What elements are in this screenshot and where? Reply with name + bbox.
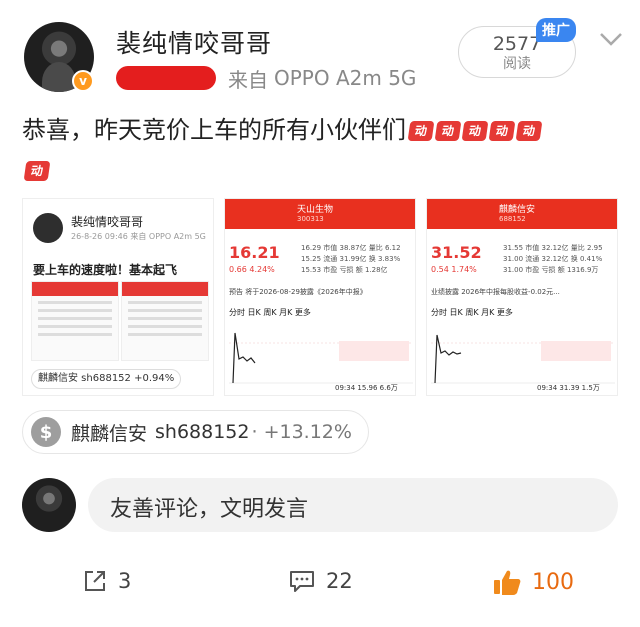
stock-tabs: 分时 日K 周K 月K 更多 [431, 308, 513, 317]
stock-app-header: 麒麟信安 688152 [427, 199, 617, 229]
emoji-icon: 动 [488, 121, 516, 141]
redacted-timestamp [116, 66, 216, 90]
stock-chip-code: sh688152 [155, 421, 250, 443]
stock-notice: 业绩披露 2026年中报每股收益-0.02元... [431, 288, 560, 296]
stock-stat-row: 15.25 流通 31.99亿 换 3.83% [301, 255, 401, 263]
thumb-caption: 要上车的速度啦！基本起飞 [33, 263, 178, 277]
comment-icon [290, 571, 314, 592]
emoji-icon: 动 [515, 121, 543, 141]
username[interactable]: 裴纯情咬哥哥 [116, 24, 272, 60]
stock-price: 31.52 [431, 243, 482, 262]
chevron-down-icon[interactable] [598, 30, 624, 48]
emoji-icon: 动 [23, 161, 51, 181]
thumb-stock-chip: 麒麟信安 sh688152 +0.94% [31, 369, 182, 389]
image-thumbnail-stock[interactable]: 天山生物 300313 16.21 0.66 4.24% 16.29 市值 38… [224, 198, 416, 396]
stock-stat-row: 15.53 市盈 亏损 额 1.28亿 [301, 266, 388, 274]
stock-chip-name: 麒麟信安 [71, 422, 148, 445]
post-text-content: 恭喜，昨天竞价上车的所有小伙伴们 [22, 116, 406, 144]
thumb-username: 裴纯情咬哥哥 [71, 215, 144, 229]
comment-input[interactable]: 友善评论，文明发言 [88, 478, 618, 532]
stock-link-chip[interactable]: $ 麒麟信安 sh688152 · +13.12% [22, 410, 369, 454]
stock-change: 0.66 4.24% [229, 265, 275, 274]
image-thumbnail-stock[interactable]: 麒麟信安 688152 31.52 0.54 1.74% 31.55 市值 32… [426, 198, 618, 396]
stock-name: 麒麟信安 [499, 205, 536, 215]
share-icon [85, 571, 105, 591]
image-thumbnail-post[interactable]: 裴纯情咬哥哥 26-8-26 09:46 来自 OPPO A2m 5G 要上车的… [22, 198, 214, 396]
stock-stats: 16.29 市值 38.87亿 量比 6.12 15.25 流通 31.99亿 … [301, 243, 401, 276]
stock-footer: 09:34 31.39 1.5万 [537, 384, 600, 392]
stock-stat-row: 31.00 流通 32.12亿 换 0.41% [503, 255, 603, 263]
source-prefix: 来自 [228, 67, 268, 92]
like-button[interactable]: 100 [492, 568, 574, 596]
verified-badge-icon: v [72, 70, 94, 92]
promo-badge: 推广 [536, 18, 576, 42]
stock-tabs: 分时 日K 周K 月K 更多 [229, 308, 311, 317]
emoji-icon: 动 [407, 121, 435, 141]
stock-name: 天山生物 [297, 205, 334, 215]
comment-placeholder: 友善评论，文明发言 [110, 497, 309, 522]
dollar-icon: $ [31, 417, 61, 447]
thumb-mini-screenshot [31, 281, 119, 361]
read-label: 阅读 [503, 56, 531, 72]
post-header: v 裴纯情咬哥哥 来自 OPPO A2m 5G 2577 阅读 推广 [0, 0, 640, 110]
thumbs-up-icon [494, 570, 521, 595]
stock-chip-change: · +13.12% [251, 421, 352, 443]
post-text: 恭喜，昨天竞价上车的所有小伙伴们动动动动动动 [22, 110, 622, 190]
stock-change: 0.54 1.74% [431, 265, 477, 274]
like-count: 100 [532, 569, 574, 595]
comment-button[interactable]: 22 [288, 568, 353, 594]
stock-footer: 09:34 15.96 6.6万 [335, 384, 398, 392]
stock-stat-row: 31.55 市值 32.12亿 量比 2.95 [503, 244, 603, 252]
post-meta: 来自 OPPO A2m 5G [116, 64, 416, 92]
stock-stat-row: 31.00 市盈 亏损 额 1316.9万 [503, 266, 599, 274]
emoji-icon: 动 [461, 121, 489, 141]
stock-code: 688152 [499, 215, 526, 223]
stock-stat-row: 16.29 市值 38.87亿 量比 6.12 [301, 244, 401, 252]
comment-count: 22 [326, 569, 353, 593]
action-bar: 3 22 100 [0, 560, 640, 610]
stock-code: 300313 [297, 215, 324, 223]
stock-app-header: 天山生物 300313 [225, 199, 415, 229]
stock-notice: 预告 将于2026-08-29披露《2026年中报》 [229, 288, 367, 296]
comment-avatar [22, 478, 76, 532]
emoji-icon: 动 [434, 121, 462, 141]
stock-stats: 31.55 市值 32.12亿 量比 2.95 31.00 流通 32.12亿 … [503, 243, 603, 276]
stock-price: 16.21 [229, 243, 280, 262]
share-count: 3 [118, 569, 132, 593]
thumb-meta: 26-8-26 09:46 来自 OPPO A2m 5G [71, 232, 206, 241]
image-gallery: 裴纯情咬哥哥 26-8-26 09:46 来自 OPPO A2m 5G 要上车的… [22, 198, 618, 396]
share-button[interactable]: 3 [82, 568, 131, 594]
device-label: OPPO A2m 5G [274, 66, 417, 90]
thumb-mini-screenshot [121, 281, 209, 361]
thumb-avatar [33, 213, 63, 243]
